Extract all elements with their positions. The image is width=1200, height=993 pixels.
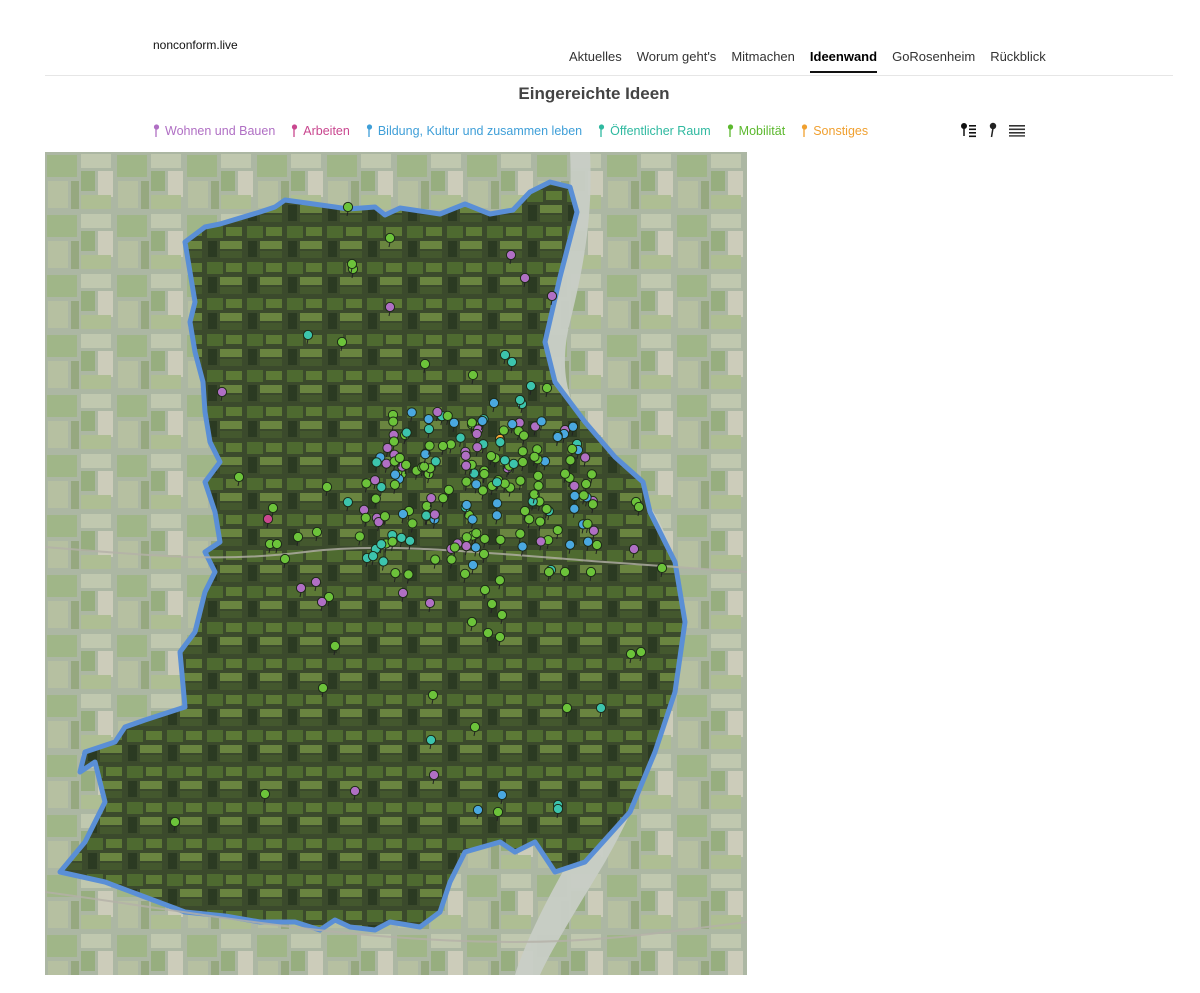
brand-logo[interactable]: nonconform.live <box>153 38 238 52</box>
nav-mitmachen[interactable]: Mitmachen <box>731 49 795 73</box>
legend-label: Sonstiges <box>813 124 869 138</box>
legend-wohnen[interactable]: Wohnen und Bauen <box>153 124 275 138</box>
map-canvas[interactable] <box>45 152 747 975</box>
legend-bildung[interactable]: Bildung, Kultur und zusammen leben <box>366 124 582 138</box>
pin-icon <box>802 124 808 137</box>
legend-raum[interactable]: Öffentlicher Raum <box>598 124 711 138</box>
category-legend: Wohnen und Bauen Arbeiten Bildung, Kultu… <box>153 124 884 138</box>
legend-label: Wohnen und Bauen <box>165 124 276 138</box>
ideas-map[interactable] <box>45 152 747 975</box>
legend-mobilitaet[interactable]: Mobilität <box>727 124 786 138</box>
nav-worum[interactable]: Worum geht's <box>637 49 717 73</box>
view-toggles <box>960 122 1026 138</box>
pin-icon <box>153 124 160 137</box>
legend-label: Bildung, Kultur und zusammen leben <box>377 124 583 138</box>
pin-icon <box>599 124 605 137</box>
map-list-icon[interactable] <box>960 122 978 138</box>
pin-icon <box>727 124 733 137</box>
nav-gorosenheim[interactable]: GoRosenheim <box>892 49 975 73</box>
pin-icon <box>366 124 372 137</box>
legend-label: Mobilität <box>738 124 786 138</box>
pin-icon <box>292 124 298 137</box>
legend-sonstiges[interactable]: Sonstiges <box>801 124 868 138</box>
main-nav: Aktuelles Worum geht's Mitmachen Ideenwa… <box>569 49 1061 73</box>
header-divider <box>45 75 1173 76</box>
nav-rueckblick[interactable]: Rückblick <box>990 49 1046 73</box>
page-title: Eingereichte Ideen <box>518 84 670 103</box>
list-icon[interactable] <box>1008 123 1026 137</box>
legend-label: Arbeiten <box>303 124 350 138</box>
nav-ideenwand[interactable]: Ideenwand <box>809 49 878 73</box>
legend-arbeiten[interactable]: Arbeiten <box>291 124 350 138</box>
nav-aktuelles[interactable]: Aktuelles <box>569 49 622 73</box>
map-pin-icon[interactable] <box>988 122 998 138</box>
legend-label: Öffentlicher Raum <box>610 124 711 138</box>
